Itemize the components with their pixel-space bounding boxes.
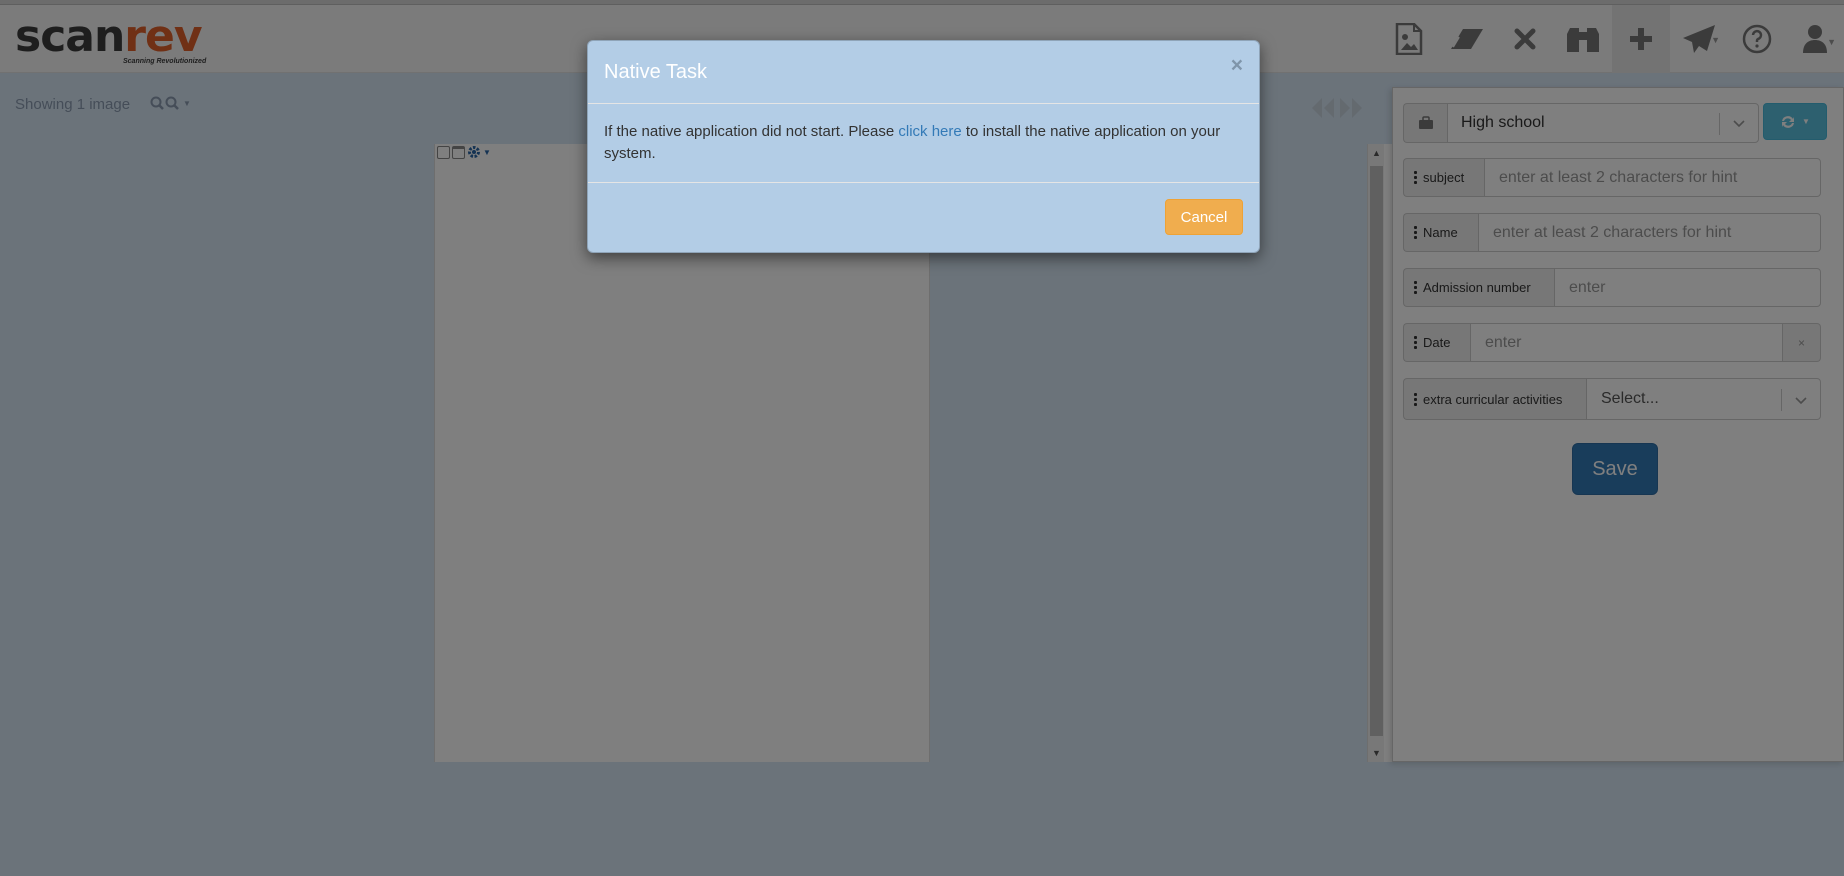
native-task-dialog: Native Task × If the native application … [587, 40, 1260, 253]
modal-footer: Cancel [588, 183, 1259, 253]
install-link[interactable]: click here [898, 123, 961, 140]
modal-message: If the native application did not start.… [588, 104, 1259, 183]
close-icon[interactable]: × [1231, 55, 1243, 76]
modal-header: Native Task × [588, 41, 1259, 104]
modal-text-before: If the native application did not start.… [604, 123, 899, 140]
cancel-button[interactable]: Cancel [1165, 199, 1243, 235]
modal-title: Native Task [604, 61, 708, 83]
